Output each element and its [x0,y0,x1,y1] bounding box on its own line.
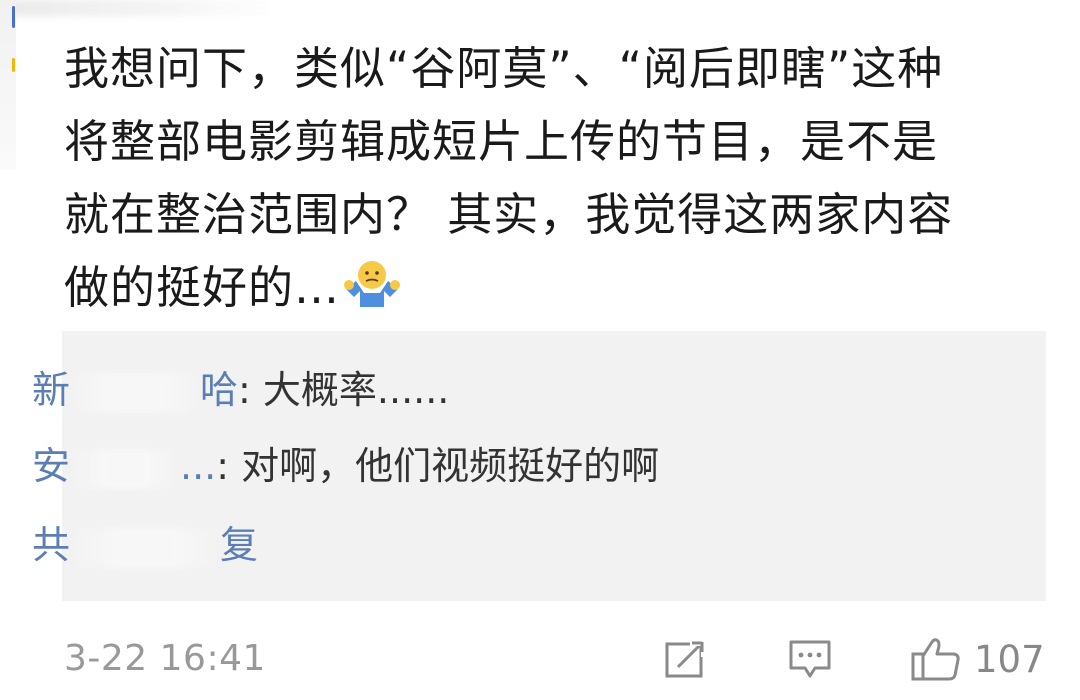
reply-author[interactable]: 安... [32,442,216,490]
comment-screen: 我想问下，类似“谷阿莫”、“阅后即瞎”这种 将整部电影剪辑成短片上传的节目，是不… [0,0,1080,700]
redacted-name [70,448,181,489]
redacted-name [70,372,201,413]
shrug-emoji-icon [344,261,401,307]
left-edge-strip [0,0,16,170]
reply-text: : 大概率...... [238,368,450,412]
reply-item[interactable]: 安...: 对啊，他们视频挺好的啊 [32,442,659,490]
more-replies-suffix: 复 [220,523,259,567]
like-button[interactable]: 107 [910,636,1045,682]
comment-icon [789,640,831,678]
reply-author-suffix: 哈 [200,368,239,412]
comment-footer: 3-22 16:41 107 [64,636,1054,686]
redacted-count [70,527,221,568]
comment-body: 我想问下，类似“谷阿莫”、“阅后即瞎”这种 将整部电影剪辑成短片上传的节目，是不… [64,32,1024,324]
thumbs-up-icon [911,638,960,681]
blurred-header [0,0,280,16]
comment-line: 我想问下，类似“谷阿莫”、“阅后即瞎”这种 [64,42,944,95]
reply-author[interactable]: 新哈 [32,366,238,414]
share-button[interactable] [664,636,708,682]
reply-author-prefix: 新 [32,368,71,412]
yellow-mark [12,58,15,72]
comment-line-text: 做的挺好的… [64,261,341,314]
more-replies-prefix: 共 [32,523,71,567]
reply-author-suffix: ... [180,444,217,488]
comment-line: 就在整治范围内？ 其实，我觉得这两家内容 [64,188,954,241]
like-count: 107 [974,637,1045,681]
blue-mark [12,6,15,28]
comment-button[interactable] [788,636,832,682]
more-replies-link[interactable]: 共复 [32,521,258,569]
reply-text: : 对啊，他们视频挺好的啊 [216,444,660,488]
share-icon [665,640,707,678]
timestamp: 3-22 16:41 [64,638,266,679]
reply-item[interactable]: 新哈: 大概率...... [32,366,449,414]
more-replies-text: 共复 [32,521,258,569]
comment-line-last: 做的挺好的… [64,251,1024,324]
reply-author-prefix: 安 [32,444,71,488]
comment-line: 将整部电影剪辑成短片上传的节目，是不是 [64,115,939,168]
